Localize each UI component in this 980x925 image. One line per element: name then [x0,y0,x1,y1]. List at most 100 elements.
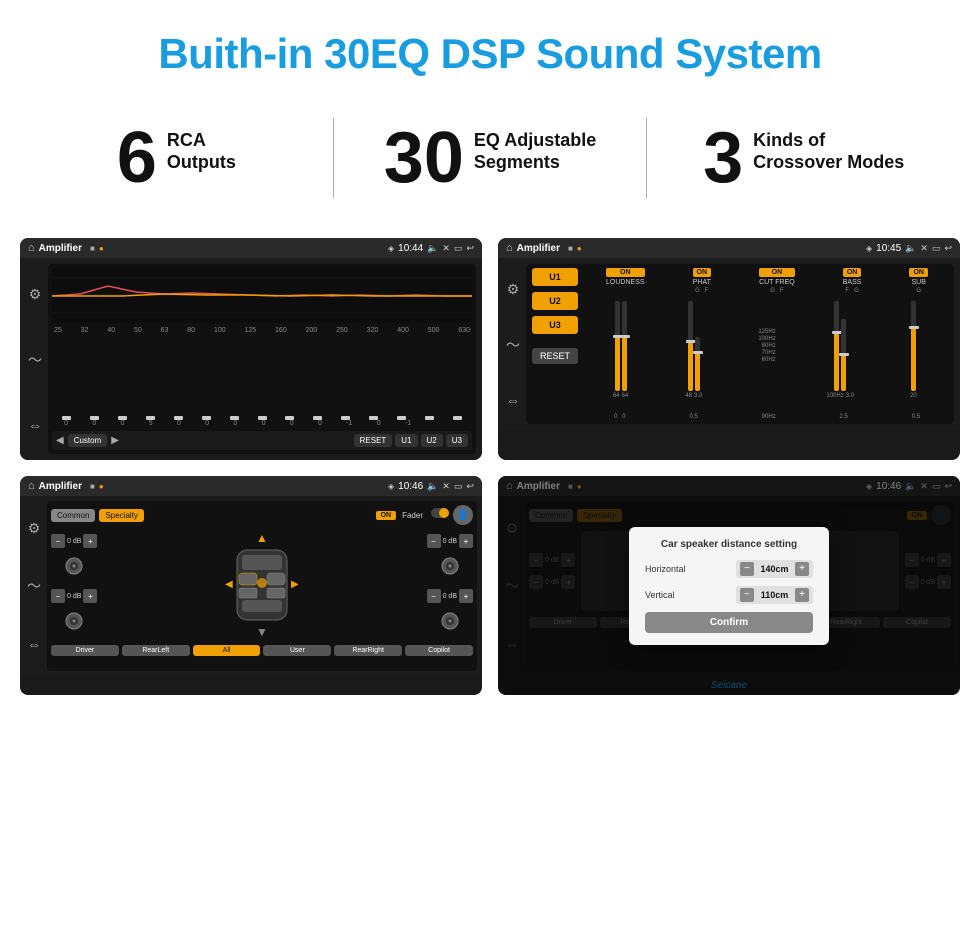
vertical-plus[interactable]: + [795,588,809,602]
amp-phat-on[interactable]: ON [693,268,712,277]
confirm-button[interactable]: Confirm [645,612,813,633]
amp-bass-ctrl: ON BASS F G [843,268,862,294]
svg-text:▶: ▶ [291,579,299,590]
fader-back-icon[interactable]: ↩ [466,481,474,492]
fader-x-icon[interactable]: ✕ [442,481,450,492]
eq-sidebar-icon-2[interactable]: 〜 [28,350,42,370]
fader-vol-icon[interactable]: 🔈 [427,481,438,492]
driver-btn[interactable]: Driver [51,645,119,656]
right-bot-plus[interactable]: + [459,589,473,603]
horizontal-minus[interactable]: − [740,562,754,576]
feature-eq: 30 EQ Adjustable Segments [354,122,627,194]
left-speaker-icon [51,556,97,581]
amp-sidebar-icon-1[interactable]: ⚙ [507,281,520,298]
amp-controls-area: ON LOUDNESS ON PHAT G F ON CUT FREQ G F [586,268,948,420]
fader-dot-icon: ● [99,482,104,491]
fader-down-arrow[interactable]: ▼ [256,625,268,639]
right-top-db: − 0 dB + [427,534,473,548]
amp-sub-on[interactable]: ON [909,268,928,277]
eq-prev-btn[interactable]: ◀ [56,435,64,446]
fader-title: Amplifier [39,481,82,492]
amp-home-icon[interactable] [506,242,513,254]
eq-window-icon[interactable]: ▭ [454,243,463,254]
eq-sidebar-icon-3[interactable]: ⇔ [28,417,42,433]
fader-screen: Amplifier ■ ● ◈ 10:46 🔈 ✕ ▭ ↩ ⚙ 〜 ⇔ Comm… [20,476,482,695]
amp-vol-icon[interactable]: 🔈 [905,243,916,254]
vertical-control: − 110cm + [736,586,813,604]
right-bot-value: 0 dB [443,593,457,600]
amp-title: Amplifier [517,243,560,254]
amp-u1-btn[interactable]: U1 [532,268,578,286]
eq-x-icon[interactable]: ✕ [442,243,450,254]
car-top-view: ◀ ▶ [217,545,307,625]
copilot-btn[interactable]: Copilot [405,645,473,656]
vertical-row: Vertical − 110cm + [645,586,813,604]
fader-status-bar: Amplifier ■ ● ◈ 10:46 🔈 ✕ ▭ ↩ [20,476,482,496]
amp-cutfreq-on[interactable]: ON [759,268,795,277]
fader-rec-icon: ■ [90,482,95,491]
amp-u2-btn[interactable]: U2 [532,292,578,310]
all-btn[interactable]: All [193,645,261,656]
right-top-minus[interactable]: − [427,534,441,548]
eq-reset-btn[interactable]: RESET [354,434,393,447]
amp-u3-btn[interactable]: U3 [532,316,578,334]
fader-window-icon[interactable]: ▭ [454,481,463,492]
eq-status-bar: Amplifier ■ ● ◈ 10:44 🔈 ✕ ▭ ↩ [20,238,482,258]
feature-crossover-number: 3 [703,122,743,194]
amp-bass-slider-col: 100Hz3.0 [806,301,875,411]
fader-top-row: Common Specialty ON Fader 👤 [51,505,473,525]
fader-screen-body: ⚙ 〜 ⇔ Common Specialty ON Fader [20,496,482,676]
left-bot-plus[interactable]: + [83,589,97,603]
horizontal-plus[interactable]: + [795,562,809,576]
amp-loudness-label: LOUDNESS [606,279,645,286]
eq-home-icon[interactable] [28,242,35,254]
fader-sidebar: ⚙ 〜 ⇔ [25,501,43,671]
fader-main: Common Specialty ON Fader 👤 [47,501,477,671]
feature-eq-label: EQ Adjustable [474,130,596,152]
eq-vol-icon[interactable]: 🔈 [427,243,438,254]
fader-avatar[interactable]: 👤 [453,505,473,525]
amp-sub-ctrl: ON SUB G [909,268,928,294]
eq-u2-btn[interactable]: U2 [421,434,443,447]
eq-back-icon[interactable]: ↩ [466,243,474,254]
fader-common-tab[interactable]: Common [51,509,95,522]
eq-custom-btn[interactable]: Custom [68,434,108,447]
amp-back-icon[interactable]: ↩ [944,243,952,254]
fader-sidebar-icon-2[interactable]: 〜 [27,576,41,596]
rearleft-btn[interactable]: RearLeft [122,645,190,656]
amp-x-icon[interactable]: ✕ [920,243,928,254]
amp-main: U1 U2 U3 RESET ON LOUDNESS ON PHAT [526,264,954,424]
amp-reset-btn[interactable]: RESET [532,348,578,364]
fader-toggle-icon[interactable] [431,506,449,525]
vertical-minus[interactable]: − [740,588,754,602]
amp-rec-icon: ■ [568,244,573,253]
fader-sidebar-icon-3[interactable]: ⇔ [27,636,41,652]
eq-u3-btn[interactable]: U3 [446,434,468,447]
amp-sidebar-icon-2[interactable]: 〜 [506,335,520,355]
amp-bass-on[interactable]: ON [843,268,862,277]
fader-specialty-tab[interactable]: Specialty [99,509,143,522]
eq-next-btn[interactable]: ▶ [111,435,119,446]
right-bot-minus[interactable]: − [427,589,441,603]
left-bot-minus[interactable]: − [51,589,65,603]
eq-sidebar-icon-1[interactable]: ⚙ [29,286,42,303]
rearright-btn[interactable]: RearRight [334,645,402,656]
right-top-plus[interactable]: + [459,534,473,548]
amp-dot-icon: ● [577,244,582,253]
amp-sub-label: SUB [909,279,928,286]
fader-sidebar-icon-1[interactable]: ⚙ [28,520,41,537]
fader-home-icon[interactable] [28,480,35,492]
amp-window-icon[interactable]: ▭ [932,243,941,254]
left-top-minus[interactable]: − [51,534,65,548]
eq-pin-icon: ◈ [388,244,394,253]
eq-u1-btn[interactable]: U1 [395,434,417,447]
fader-on-toggle[interactable]: ON [376,511,397,520]
amp-sidebar-icon-3[interactable]: ⇔ [506,392,520,408]
amp-loudness-on[interactable]: ON [606,268,645,277]
eq-chart [52,268,472,323]
left-top-plus[interactable]: + [83,534,97,548]
fader-up-arrow[interactable]: ▲ [256,531,268,545]
amp-loudness-slider-col: 6464 [586,301,655,411]
right-bot-speaker-icon [427,611,473,636]
user-btn[interactable]: User [263,645,331,656]
